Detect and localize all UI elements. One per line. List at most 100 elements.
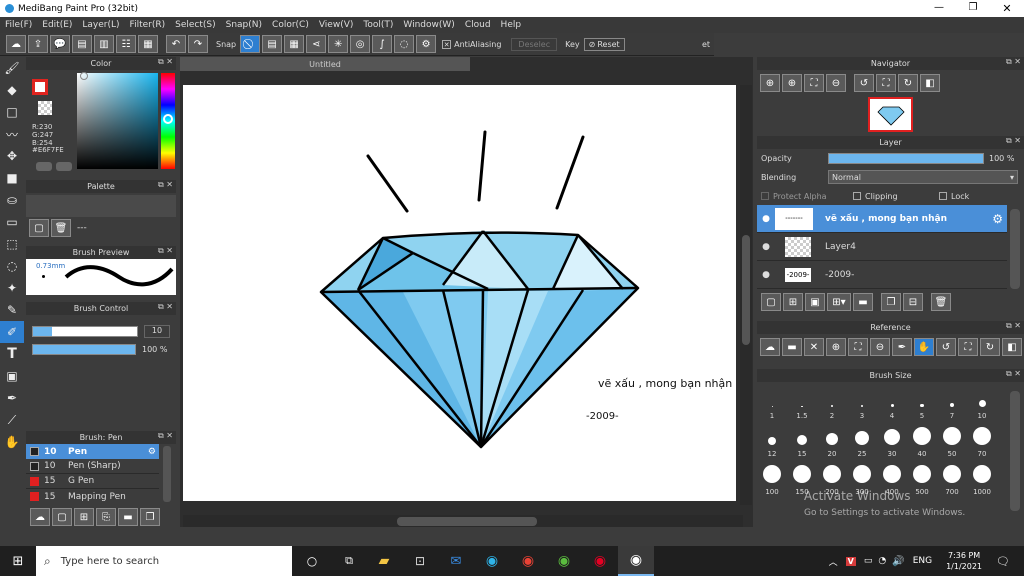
chat-icon[interactable]: ▤ (72, 35, 92, 53)
layer-item-layer4[interactable]: ● Layer4 (757, 233, 1007, 261)
eraser-tool-icon[interactable]: ◆ (0, 79, 24, 101)
new-8bit-layer-icon[interactable]: ▣ (805, 293, 825, 311)
navigator-thumbnail[interactable] (868, 97, 913, 132)
list-icon[interactable]: ☷ (116, 35, 136, 53)
taskbar-search[interactable]: ⌕ Type here to search (36, 546, 292, 576)
menu-cloud[interactable]: Cloud (465, 20, 491, 30)
deselect-button[interactable]: Deselec (511, 37, 558, 51)
language-indicator[interactable]: ENG (913, 556, 932, 566)
primary-color-swatch[interactable] (32, 79, 48, 95)
reference-zoom-out-icon[interactable]: ⊖ (870, 338, 890, 356)
horizontal-scrollbar[interactable] (183, 515, 743, 527)
add-layer-menu-icon[interactable]: ⊞▾ (827, 293, 851, 311)
task-view-icon[interactable]: ⧉ (332, 554, 366, 568)
v-tray-icon[interactable]: V (845, 556, 856, 566)
clipping-checkbox[interactable] (853, 192, 861, 200)
brush-list-scrollbar[interactable] (163, 446, 171, 502)
brush-size-value[interactable]: 10 (144, 325, 170, 338)
snap-curve-icon[interactable]: ∫ (372, 35, 393, 53)
brush-item-mapping-pen[interactable]: 15 Mapping Pen (26, 489, 159, 504)
lasso-icon[interactable]: ◌ (0, 255, 24, 277)
new-brush-icon[interactable]: ▢ (52, 508, 72, 526)
rotate-left-icon[interactable]: ↺ (854, 74, 874, 92)
swap-color-button[interactable] (56, 162, 72, 171)
delete-layer-icon[interactable]: 🗑 (931, 293, 951, 311)
reference-close-icon[interactable]: ✕ (804, 338, 824, 356)
hand-tool-icon[interactable]: ✋ (0, 431, 24, 453)
brush-size-cell[interactable]: 100 (757, 460, 787, 498)
zoom-in-icon[interactable]: ⊕ (782, 74, 802, 92)
reference-fit-icon[interactable]: ⛶ (848, 338, 868, 356)
layer-opacity-slider[interactable] (828, 152, 984, 164)
new-layer-icon[interactable]: ▢ (761, 293, 781, 311)
layer-settings-icon[interactable]: ⚙ (992, 212, 1003, 226)
hue-slider-handle[interactable] (163, 114, 173, 124)
dot-tool-icon[interactable]: □ (0, 101, 24, 123)
protect-alpha-checkbox[interactable] (761, 192, 769, 200)
layer-blending-select[interactable]: Normal ▾ (828, 170, 1018, 184)
snap-grid-icon[interactable]: ▦ (284, 35, 305, 53)
layer-visibility-icon[interactable]: ● (757, 270, 775, 280)
brush-size-cell[interactable]: 15 (787, 422, 817, 460)
panel-close-icon[interactable]: ⧉ ✕ (1006, 369, 1021, 379)
color-picker-field[interactable] (77, 73, 158, 169)
brush-settings-icon[interactable]: ⚙ (148, 447, 156, 457)
cortana-icon[interactable]: ○ (292, 554, 332, 568)
clock[interactable]: 7:36 PM 1/1/2021 (946, 550, 982, 572)
close-icon[interactable]: ✕ (990, 2, 1024, 15)
brush-item-pen[interactable]: 10 Pen ⚙ (26, 444, 159, 459)
menu-select[interactable]: Select(S) (175, 20, 216, 30)
reference-picker-icon[interactable]: ✒ (892, 338, 912, 356)
grid-icon[interactable]: ▦ (138, 35, 158, 53)
panel-close-icon[interactable]: ⧉ ✕ (1006, 136, 1021, 146)
brush-folder-icon[interactable]: ▬ (118, 508, 138, 526)
brush-tool-icon[interactable]: 🖌 (0, 57, 24, 79)
brush-copy-icon[interactable]: ⎘ (96, 508, 116, 526)
menu-help[interactable]: Help (501, 20, 522, 30)
brush-size-cell[interactable]: 1000 (967, 460, 997, 498)
picker-icon[interactable]: ⟋ (0, 409, 24, 431)
blur-tool-icon[interactable]: 〰 (0, 123, 24, 145)
redo-icon[interactable]: ↷ (188, 35, 208, 53)
coccoc-icon[interactable]: ◉ (546, 553, 582, 569)
brush-size-slider[interactable] (32, 326, 138, 337)
brush-size-cell[interactable]: 40 (907, 422, 937, 460)
reference-open-icon[interactable]: ▬ (782, 338, 802, 356)
notifications-icon[interactable]: 🗨 (996, 555, 1010, 568)
reset-button[interactable]: ⊘ Reset (583, 37, 625, 51)
brush-size-cell[interactable]: 20 (817, 422, 847, 460)
network-icon[interactable]: ◔ (878, 556, 886, 566)
reference-flip-icon[interactable]: ◧ (1002, 338, 1022, 356)
menu-color[interactable]: Color(C) (272, 20, 309, 30)
rotate-right-icon[interactable]: ↻ (898, 74, 918, 92)
lock-checkbox[interactable] (939, 192, 947, 200)
snap-parallel-icon[interactable]: ▤ (262, 35, 283, 53)
brush-size-cell[interactable]: 700 (937, 460, 967, 498)
cloud-icon[interactable]: ☁ (6, 35, 26, 53)
brush-duplicate-icon[interactable]: ❐ (140, 508, 160, 526)
brush-size-cell[interactable]: 25 (847, 422, 877, 460)
reference-fit-screen-icon[interactable]: ⛶ (958, 338, 978, 356)
divide-tool-icon[interactable]: ▣ (0, 365, 24, 387)
maximize-icon[interactable]: ❐ (956, 2, 990, 15)
pinterest-icon[interactable]: ◉ (582, 553, 618, 569)
cloud-brush-icon[interactable]: ☁ (30, 508, 50, 526)
zoom-out-icon[interactable]: ⊖ (826, 74, 846, 92)
brush-size-cell[interactable]: 2 (817, 384, 847, 422)
comment-icon[interactable]: 💬 (50, 35, 70, 53)
upload-icon[interactable]: ⇪ (28, 35, 48, 53)
panel-close-icon[interactable]: ⧉ ✕ (1006, 321, 1021, 331)
snap-settings-icon[interactable]: ⚙ (416, 35, 437, 53)
snap-concentric-icon[interactable]: ◎ (350, 35, 371, 53)
chrome-icon[interactable]: ◉ (510, 553, 546, 569)
brush-size-cell[interactable]: 3 (847, 384, 877, 422)
menu-layer[interactable]: Layer(L) (82, 20, 119, 30)
reference-rotate-left-icon[interactable]: ↺ (936, 338, 956, 356)
edge-icon[interactable]: ◉ (474, 553, 510, 569)
brush-size-cell[interactable]: 5 (907, 384, 937, 422)
brush-size-cell[interactable]: 1.5 (787, 384, 817, 422)
layer-visibility-icon[interactable]: ● (757, 214, 775, 224)
fit-screen-icon[interactable]: ⛶ (876, 74, 896, 92)
minimize-icon[interactable]: — (922, 2, 956, 15)
battery-icon[interactable]: ▭ (864, 556, 873, 566)
